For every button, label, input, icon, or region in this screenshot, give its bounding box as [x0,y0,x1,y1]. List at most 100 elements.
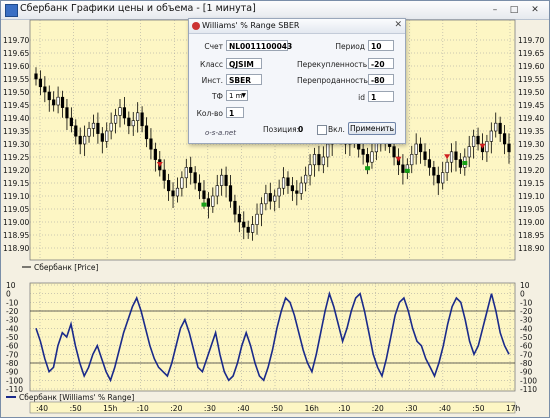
price-tick-label: 118.95 [3,231,29,240]
candle-body [507,143,511,153]
candle-body [233,200,237,215]
candle-body [127,117,131,127]
candle-body [410,154,414,166]
candle-body [286,177,290,186]
price-tick-label: 119.65 [3,49,29,58]
x-tick-label: :50 [472,404,484,413]
wr-tick-label: -60 [520,342,532,351]
wr-tick-label: -50 [6,333,18,342]
price-tick-label: 118.95 [518,231,544,240]
wr-tick-label: -70 [6,350,18,359]
candle-body [476,135,480,145]
price-tick-label: 119.40 [518,114,544,123]
wr-tick-label: -100 [520,376,537,385]
candle-body [149,138,153,150]
account-label: Счет [204,42,223,51]
dialog-close-icon[interactable]: ✕ [394,20,402,30]
candle-body [361,148,365,155]
price-tick-label: 119.70 [3,36,29,45]
price-tick-label: 119.55 [518,75,544,84]
dialog-title-bar[interactable]: Williams' % Range SBER ✕ [189,19,405,34]
enabled-label: Вкл. [328,125,345,134]
wr-tick-label: -90 [520,368,532,377]
candle-body [122,107,127,119]
candle-body [401,164,405,173]
overbought-field[interactable]: -20 [368,58,394,69]
wr-tick-label: -10 [6,298,18,307]
class-field[interactable]: QJSIM [226,58,262,69]
candle-body [445,161,449,173]
candle-body [489,130,493,142]
candle-body [295,190,299,194]
quantity-field[interactable]: 1 [226,107,244,118]
candle-body [255,213,259,225]
candle-body [52,99,56,106]
price-tick-label: 119.00 [518,218,544,227]
candle-body [454,151,458,160]
candle-body [414,143,418,155]
price-tick-label: 119.10 [3,192,29,201]
wr-tick-label: -20 [520,307,532,316]
dialog-app-icon [192,22,200,30]
candle-body [118,107,122,116]
price-tick-label: 119.35 [3,127,29,136]
price-tick-label: 119.05 [518,205,544,214]
candle-body [299,182,303,194]
period-field[interactable]: 10 [368,40,394,51]
candle-body [153,148,157,160]
website-link[interactable]: o-s-a.net [205,129,236,137]
wr-tick-label: -80 [6,359,18,368]
price-tick-label: 119.30 [3,140,29,149]
candle-body [193,172,197,184]
buy-marker [201,202,207,207]
candle-body [136,112,140,121]
price-tick-label: 119.40 [3,114,29,123]
candle-body [189,167,193,173]
id-field[interactable]: 1 [368,91,394,102]
candle-body [109,122,113,132]
candle-body [144,125,149,140]
class-label: Класс [200,60,223,69]
candle-body [326,143,330,158]
candle-body [140,112,144,127]
instrument-label: Инст. [201,76,223,85]
account-field[interactable]: NL0011100043 [226,40,292,51]
price-tick-label: 119.60 [3,62,29,71]
enabled-checkbox[interactable] [317,125,327,135]
x-tick-label: :40 [439,404,451,413]
buy-marker [404,168,410,173]
instrument-field[interactable]: SBER [226,74,262,85]
candle-body [277,187,281,197]
timeframe-select[interactable]: 1 m ▼ [226,90,248,101]
price-y-axis-left: 119.70 119.65 119.60 119.55 119.50 119.45 119.… [3,36,29,253]
price-tick-label: 118.90 [3,244,29,253]
candle-body [78,135,82,145]
wr-tick-label: -70 [520,350,532,359]
price-tick-label: 119.20 [3,166,29,175]
candle-body [392,146,396,158]
candle-body [246,226,250,233]
candle-body [220,174,224,186]
candle-body [502,133,507,145]
candle-body [96,122,100,134]
x-tick-label: 17h [506,404,521,413]
apply-button[interactable]: Применить [348,122,396,135]
x-tick-label: 16h [305,404,320,413]
candle-body [317,154,321,166]
price-tick-label: 119.50 [3,88,29,97]
candle-body [423,151,427,160]
candle-body [251,224,255,233]
candle-body [131,120,135,127]
price-tick-label: 119.45 [3,101,29,110]
candle-body [91,122,96,129]
wr-y-axis-right: 100-10-20-30-40-50-60-70-80-90-100-110 [520,281,537,394]
price-tick-label: 118.90 [518,244,544,253]
oversold-field[interactable]: -80 [368,74,394,85]
candle-body [180,177,184,189]
candle-body [100,133,104,142]
candle-body [441,172,445,184]
wr-y-axis-left: 100-10-20-30-40-50-60-70-80-90-100-110 [6,281,23,394]
wr-tick-label: 10 [520,281,530,290]
x-tick-label: :10 [338,404,350,413]
candle-body [427,159,432,168]
